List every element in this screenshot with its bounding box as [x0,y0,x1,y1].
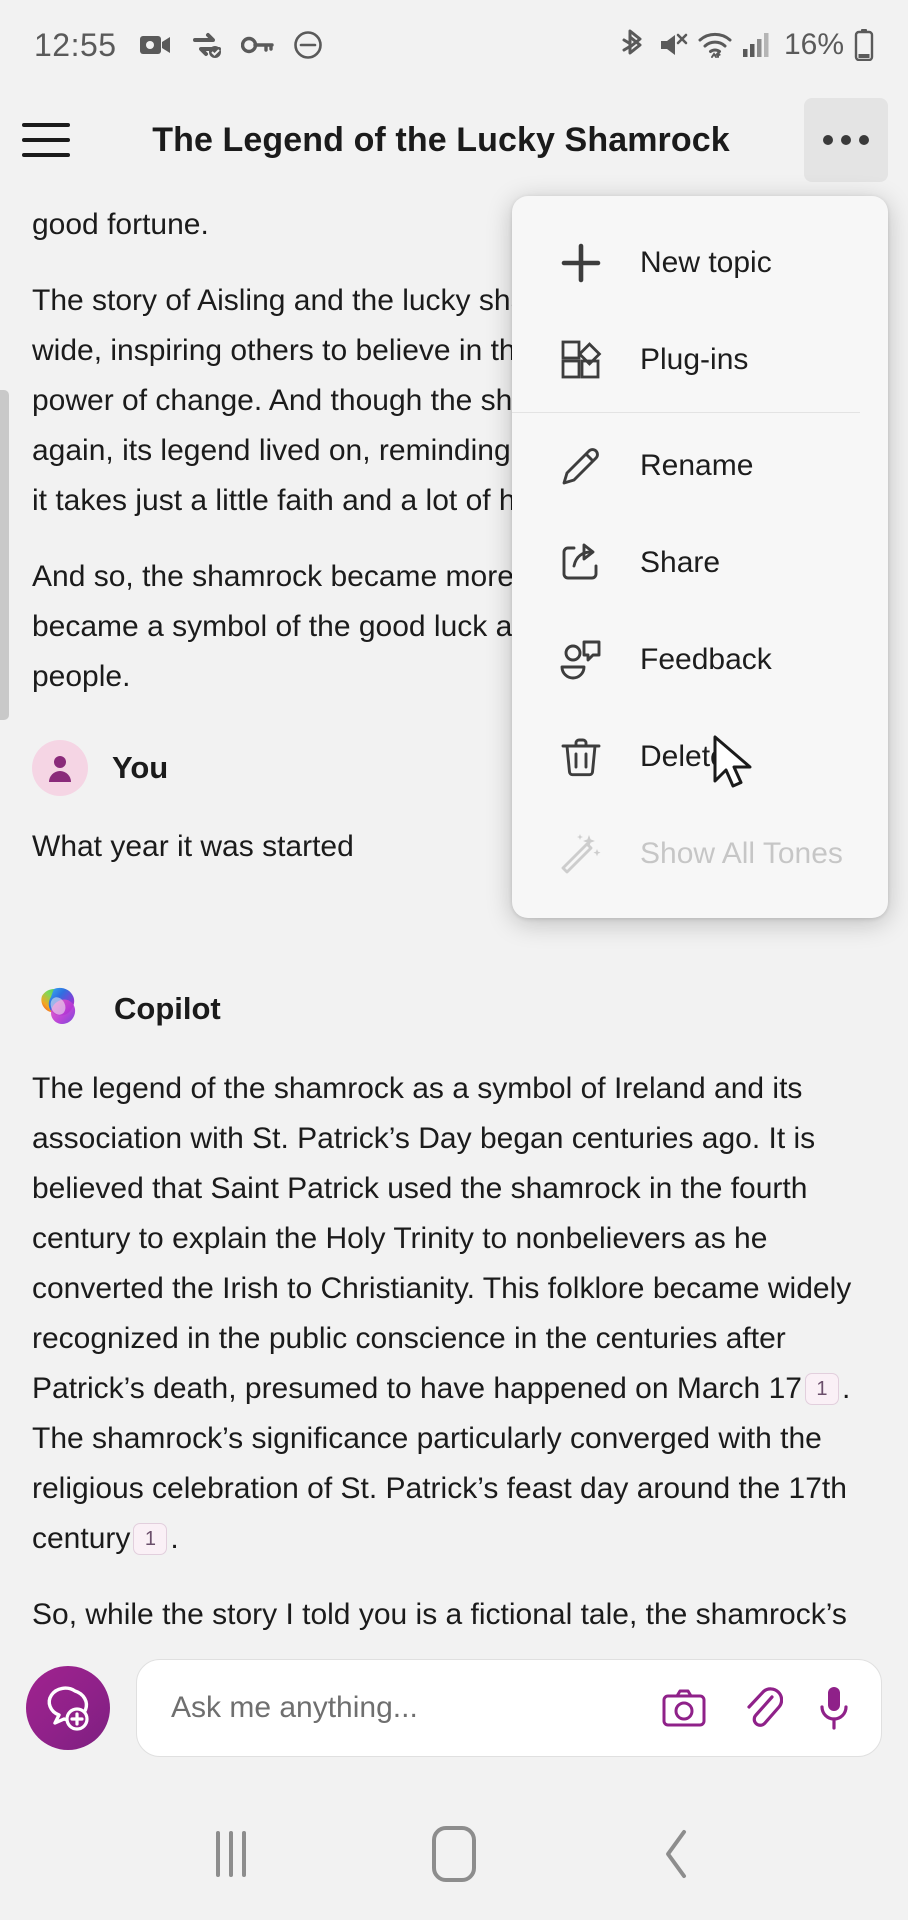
menu-item-label: Rename [640,448,754,482]
mouse-cursor [712,735,758,802]
menu-item-delete[interactable]: Delete [512,708,888,805]
plugins-icon [558,337,612,383]
citation-badge[interactable]: 1 [133,1523,168,1555]
person-avatar-icon [32,740,88,796]
recents-icon[interactable] [171,1814,291,1894]
speaker-name: Copilot [114,991,221,1026]
status-bar-right-icons: 16% [622,28,874,62]
feedback-icon [558,637,612,683]
back-icon[interactable] [617,1814,737,1894]
cellular-signal-icon [742,32,770,58]
overflow-menu[interactable]: New topic Plug-ins Rename Share Feedback… [512,196,888,918]
menu-item-label: Show All Tones [640,836,843,870]
more-options-icon[interactable] [804,98,888,182]
trash-icon [558,734,612,780]
app-header: The Legend of the Lucky Shamrock [0,90,908,190]
bar [242,1831,247,1877]
vpn-sync-icon [191,31,223,59]
key-icon [240,35,275,55]
menu-item-label: Plug-ins [640,342,749,376]
hamburger-bar [22,138,70,142]
status-bar-time: 12:55 [34,26,117,63]
new-chat-icon[interactable] [26,1666,110,1750]
message-input-field[interactable]: Ask me anything... [136,1659,882,1757]
dot [823,135,833,145]
hamburger-bar [22,123,70,127]
message-input-placeholder: Ask me anything... [171,1691,418,1724]
menu-item-label: Share [640,545,721,579]
microphone-icon[interactable] [817,1685,851,1731]
plus-icon [558,240,612,286]
composer-bar: Ask me anything... [0,1628,908,1788]
menu-item-plug-ins[interactable]: Plug-ins [512,311,888,408]
bar [216,1831,221,1877]
home-icon[interactable] [394,1814,514,1894]
answer-paragraph: The legend of the shamrock as a symbol o… [32,1064,876,1564]
camera-icon[interactable] [661,1688,707,1728]
dot [841,135,851,145]
assistant-answer-text: The legend of the shamrock as a symbol o… [0,1064,908,1630]
citation-badge[interactable]: 1 [804,1373,839,1405]
menu-item-rename[interactable]: Rename [512,417,888,514]
home-glyph [431,1826,476,1882]
battery-percent-label: 16% [783,28,844,61]
do-not-disturb-icon [293,30,323,60]
menu-item-share[interactable]: Share [512,514,888,611]
video-camera-icon [139,32,173,58]
answer-text-a: The legend of the shamrock as a symbol o… [32,1072,852,1405]
phone-screen: 12:55 16% The Legend of the Lucky Shamro… [0,0,908,1920]
menu-item-label: New topic [640,245,772,279]
copilot-logo-icon [32,980,90,1038]
wifi-icon [698,31,732,59]
answer-paragraph-truncated: So, while the story I told you is a fict… [32,1598,847,1630]
share-icon [558,540,612,586]
speaker-name: You [112,750,169,785]
menu-item-label: Feedback [640,642,772,676]
magic-wand-icon [558,831,612,877]
dot [859,135,869,145]
status-bar-left-icons [139,30,323,60]
pencil-icon [558,443,612,489]
attachment-icon[interactable] [741,1685,783,1731]
assistant-speaker-row: Copilot [0,980,908,1038]
volume-muted-icon [658,31,688,59]
recents-glyph [216,1831,247,1877]
menu-item-new-topic[interactable]: New topic [512,214,888,311]
answer-text-c: . [170,1522,179,1555]
hamburger-bar [22,153,70,157]
menu-divider [512,412,860,413]
android-navigation-bar [0,1788,908,1920]
menu-item-show-all-tones: Show All Tones [512,805,888,902]
bluetooth-icon [622,29,648,61]
menu-item-feedback[interactable]: Feedback [512,611,888,708]
battery-icon [854,29,874,61]
status-bar: 12:55 16% [0,0,908,90]
bar [229,1831,234,1877]
composer-actions [661,1685,851,1731]
scrollbar[interactable] [0,390,9,720]
page-title: The Legend of the Lucky Shamrock [152,120,730,159]
